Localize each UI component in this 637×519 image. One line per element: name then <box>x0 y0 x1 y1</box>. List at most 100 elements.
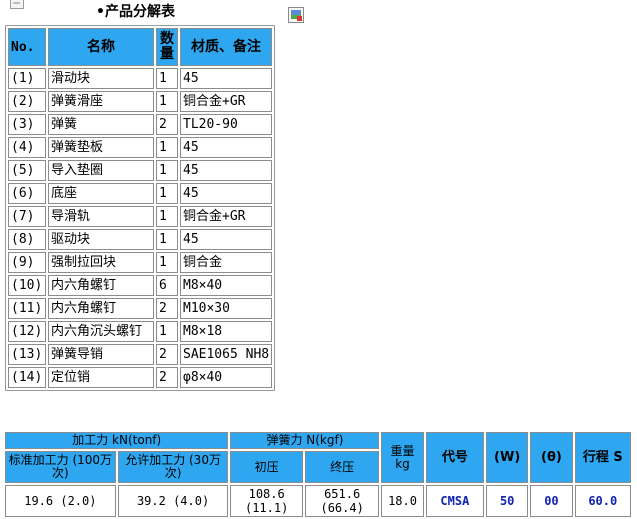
part-no: (7) <box>8 206 46 227</box>
part-qty: 2 <box>156 344 178 365</box>
table-row: (8) 驱动块 1 45 <box>8 229 273 250</box>
part-no: (8) <box>8 229 46 250</box>
part-no: (2) <box>8 91 46 112</box>
stroke-header: 行程 S <box>574 432 631 483</box>
part-qty: 2 <box>156 367 178 388</box>
part-material: 45 <box>180 160 273 181</box>
final-pressure-header: 终压 <box>304 451 380 483</box>
part-no: (11) <box>8 298 46 319</box>
parts-header-row: No. 名称 数量 材质、备注 <box>8 28 273 66</box>
part-qty: 2 <box>156 298 178 319</box>
weight-value: 18.0 <box>381 485 424 517</box>
part-no: (4) <box>8 137 46 158</box>
part-material: SAE1065 NH8 <box>180 344 273 365</box>
part-qty: 1 <box>156 137 178 158</box>
spec-header-row-1: 加工力 kN(tonf) 弹簧力 N(kgf) 重量 kg 代号 (W) (θ)… <box>5 432 631 483</box>
part-qty: 1 <box>156 68 178 89</box>
part-material: 45 <box>180 68 273 89</box>
part-qty: 1 <box>156 321 178 342</box>
final-pressure-value: 651.6 (66.4) <box>304 485 380 517</box>
part-name: 强制拉回块 <box>48 252 154 273</box>
theta-value: 00 <box>530 485 573 517</box>
w-value: 50 <box>486 485 529 517</box>
table-row: (1) 滑动块 1 45 <box>8 68 273 89</box>
standard-force-header: 标准加工力 (100万次) <box>5 451 116 483</box>
table-row: (2) 弹簧滑座 1 铜合金+GR <box>8 91 273 112</box>
parts-table: No. 名称 数量 材质、备注 (1) 滑动块 1 45 (2) 弹簧滑座 1 铜合金+GR(… <box>5 25 276 391</box>
col-material-header: 材质、备注 <box>180 28 273 66</box>
part-no: (1) <box>8 68 46 89</box>
part-material: 铜合金+GR <box>180 206 273 227</box>
stroke-value: 60.0 <box>574 485 631 517</box>
part-material: TL20-90 <box>180 114 273 135</box>
allowed-force-value: 39.2 (4.0) <box>117 485 229 517</box>
table-row: (9) 强制拉回块 1 铜合金 <box>8 252 273 273</box>
part-qty: 1 <box>156 252 178 273</box>
page-title: •产品分解表 <box>96 4 175 20</box>
part-name: 定位销 <box>48 367 154 388</box>
part-material: M10×30 <box>180 298 273 319</box>
table-row: (4) 弹簧垫板 1 45 <box>8 137 273 158</box>
part-qty: 6 <box>156 275 178 296</box>
table-row: (5) 导入垫圈 1 45 <box>8 160 273 181</box>
w-header: (W) <box>486 432 529 483</box>
part-no: (12) <box>8 321 46 342</box>
part-name: 驱动块 <box>48 229 154 250</box>
part-no: (3) <box>8 114 46 135</box>
part-name: 弹簧垫板 <box>48 137 154 158</box>
col-no-header: No. <box>8 28 46 66</box>
code-header: 代号 <box>425 432 485 483</box>
part-name: 弹簧导销 <box>48 344 154 365</box>
part-qty: 1 <box>156 206 178 227</box>
part-no: (14) <box>8 367 46 388</box>
part-name: 内六角螺钉 <box>48 275 154 296</box>
col-name-header: 名称 <box>48 28 154 66</box>
part-material: 45 <box>180 183 273 204</box>
part-name: 滑动块 <box>48 68 154 89</box>
table-row: (13) 弹簧导销 2 SAE1065 NH8 <box>8 344 273 365</box>
part-no: (6) <box>8 183 46 204</box>
spring-header: 弹簧力 N(kgf) <box>230 432 380 449</box>
part-qty: 1 <box>156 229 178 250</box>
part-material: 45 <box>180 137 273 158</box>
part-no: (9) <box>8 252 46 273</box>
table-row: (3) 弹簧 2 TL20-90 <box>8 114 273 135</box>
part-material: M8×18 <box>180 321 273 342</box>
table-row: (11) 内六角螺钉 2 M10×30 <box>8 298 273 319</box>
part-name: 导滑轨 <box>48 206 154 227</box>
part-qty: 1 <box>156 91 178 112</box>
spec-data-row: 19.6 (2.0) 39.2 (4.0) 108.6 (11.1) 651.6… <box>5 485 631 517</box>
part-no: (13) <box>8 344 46 365</box>
allowed-force-header: 允许加工力 (30万次) <box>117 451 229 483</box>
table-row: (12) 内六角沉头螺钉 1 M8×18 <box>8 321 273 342</box>
part-material: 铜合金+GR <box>180 91 273 112</box>
table-row: (10) 内六角螺钉 6 M8×40 <box>8 275 273 296</box>
force-header: 加工力 kN(tonf) <box>5 432 229 449</box>
document-icon <box>10 0 24 9</box>
initial-pressure-value: 108.6 (11.1) <box>230 485 303 517</box>
part-name: 弹簧 <box>48 114 154 135</box>
broken-image-icon[interactable] <box>288 7 304 23</box>
table-row: (14) 定位销 2 φ8×40 <box>8 367 273 388</box>
part-name: 内六角螺钉 <box>48 298 154 319</box>
part-material: φ8×40 <box>180 367 273 388</box>
weight-header: 重量 kg <box>381 432 424 483</box>
part-no: (5) <box>8 160 46 181</box>
code-value: CMSA <box>425 485 485 517</box>
part-material: 铜合金 <box>180 252 273 273</box>
part-no: (10) <box>8 275 46 296</box>
part-name: 内六角沉头螺钉 <box>48 321 154 342</box>
table-row: (6) 底座 1 45 <box>8 183 273 204</box>
col-qty-header: 数量 <box>156 28 178 66</box>
standard-force-value: 19.6 (2.0) <box>5 485 116 517</box>
theta-header: (θ) <box>530 432 573 483</box>
part-name: 底座 <box>48 183 154 204</box>
part-name: 导入垫圈 <box>48 160 154 181</box>
part-name: 弹簧滑座 <box>48 91 154 112</box>
spec-table: 加工力 kN(tonf) 弹簧力 N(kgf) 重量 kg 代号 (W) (θ)… <box>3 430 633 519</box>
table-row: (7) 导滑轨 1 铜合金+GR <box>8 206 273 227</box>
part-qty: 2 <box>156 114 178 135</box>
part-material: 45 <box>180 229 273 250</box>
initial-pressure-header: 初压 <box>230 451 303 483</box>
part-material: M8×40 <box>180 275 273 296</box>
